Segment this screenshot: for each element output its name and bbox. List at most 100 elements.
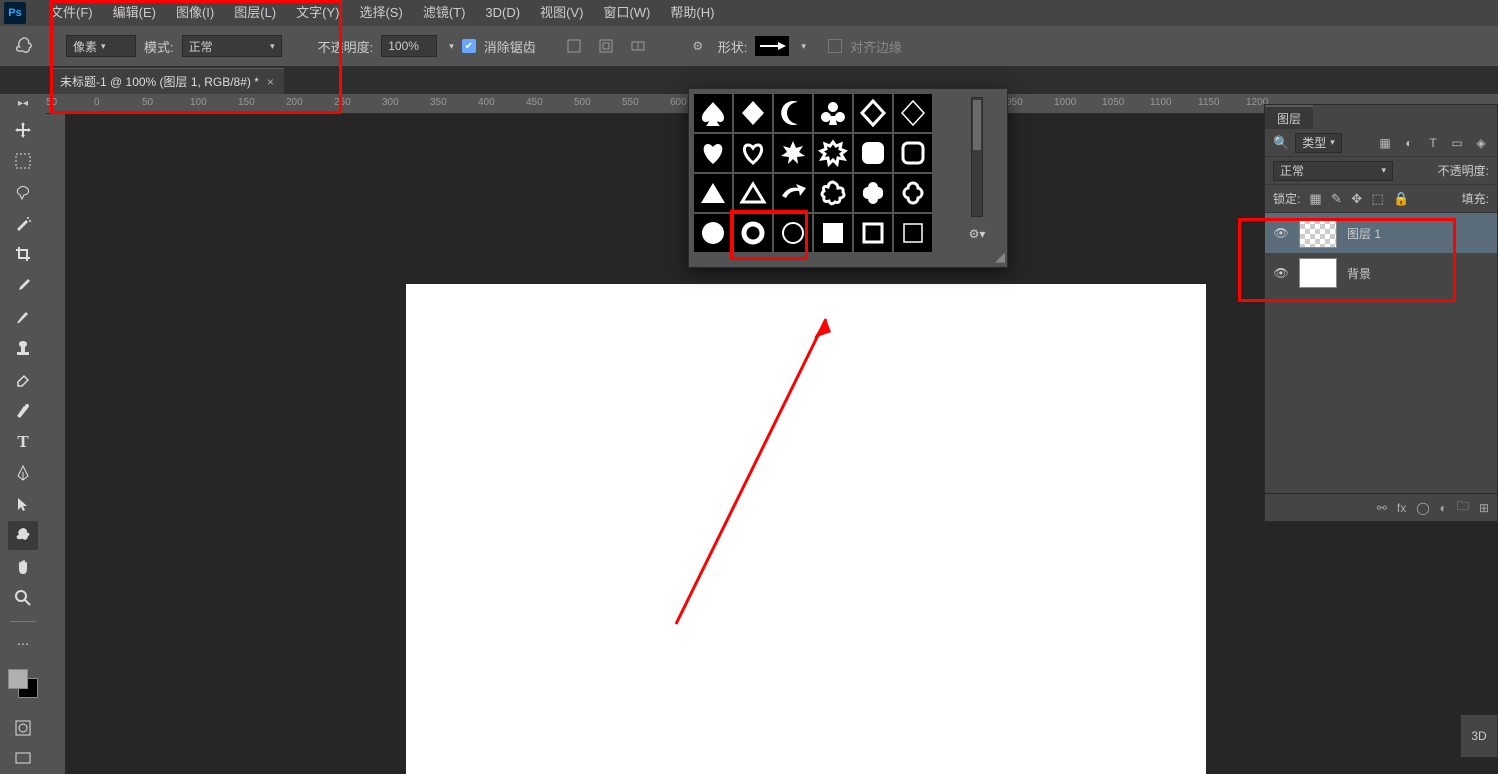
toolbar-handle[interactable]: ▸◂	[8, 98, 38, 109]
layer-fx-icon[interactable]: fx	[1397, 501, 1406, 515]
shape-rounded-square-outline[interactable]	[893, 133, 933, 173]
menu-view[interactable]: 视图(V)	[530, 0, 593, 26]
shape-heart-outline[interactable]	[733, 133, 773, 173]
crop-tool[interactable]	[8, 240, 38, 269]
align-icon-2[interactable]	[594, 34, 618, 58]
eyedropper-tool[interactable]	[8, 271, 38, 300]
filter-smart-icon[interactable]: ◈	[1473, 135, 1489, 151]
visibility-icon[interactable]: 👁	[1273, 226, 1289, 240]
edit-toolbar[interactable]: ⋯	[8, 630, 38, 659]
menu-type[interactable]: 文字(Y)	[286, 0, 349, 26]
shape-ring-thick[interactable]	[733, 213, 773, 253]
shape-rounded-square-solid[interactable]	[853, 133, 893, 173]
shape-splat-outline[interactable]	[813, 173, 853, 213]
menu-window[interactable]: 窗口(W)	[593, 0, 660, 26]
shape-moon[interactable]	[773, 93, 813, 133]
lock-position-icon[interactable]: ✥	[1351, 191, 1362, 206]
move-tool[interactable]	[8, 115, 38, 144]
filter-pixels-icon[interactable]: ▦	[1377, 135, 1393, 151]
shape-caret[interactable]: ▾	[801, 41, 806, 52]
menu-layer[interactable]: 图层(L)	[224, 0, 286, 26]
magic-wand-tool[interactable]	[8, 209, 38, 238]
shape-arrow[interactable]	[773, 173, 813, 213]
menu-help[interactable]: 帮助(H)	[660, 0, 724, 26]
shape-circle-solid[interactable]	[693, 213, 733, 253]
mode-select[interactable]: 正常▾	[182, 35, 282, 57]
hand-tool[interactable]	[8, 552, 38, 581]
blend-mode-select[interactable]: 正常▾	[1273, 161, 1393, 181]
shape-square-solid[interactable]	[813, 213, 853, 253]
visibility-icon[interactable]: 👁	[1273, 266, 1289, 280]
new-layer-icon[interactable]: ⊞	[1479, 501, 1489, 515]
shape-gear[interactable]	[813, 133, 853, 173]
shape-blob-solid[interactable]	[853, 173, 893, 213]
layer-mask-icon[interactable]: ◯	[1416, 501, 1429, 515]
menu-file[interactable]: 文件(F)	[40, 0, 103, 26]
layer-item-1[interactable]: 👁 图层 1	[1265, 213, 1497, 253]
shape-square-outline[interactable]	[853, 213, 893, 253]
shape-starburst[interactable]	[773, 133, 813, 173]
3d-tab[interactable]: 3D	[1460, 714, 1498, 758]
search-icon[interactable]: 🔍	[1273, 135, 1289, 151]
layers-tab[interactable]: 图层	[1265, 105, 1313, 129]
shape-heart-solid[interactable]	[693, 133, 733, 173]
lock-all-icon[interactable]: 🔒	[1393, 191, 1409, 206]
opacity-select[interactable]: 100%	[381, 35, 437, 57]
path-select-tool[interactable]	[8, 490, 38, 519]
unit-select[interactable]: 像素▾	[66, 35, 136, 57]
filter-shape-icon[interactable]: ▭	[1449, 135, 1465, 151]
shape-diamond-outline[interactable]	[853, 93, 893, 133]
lasso-tool[interactable]	[8, 177, 38, 206]
menu-edit[interactable]: 编辑(E)	[103, 0, 166, 26]
lock-paint-icon[interactable]: ✎	[1331, 191, 1342, 206]
gradient-tool[interactable]	[8, 396, 38, 425]
menu-image[interactable]: 图像(I)	[166, 0, 224, 26]
document-canvas[interactable]	[406, 284, 1206, 774]
stamp-tool[interactable]	[8, 334, 38, 363]
brush-tool[interactable]	[8, 302, 38, 331]
quickmask-tool[interactable]	[8, 714, 38, 743]
popup-gear-icon[interactable]: ⚙▾	[969, 227, 986, 241]
filter-type-icon[interactable]: T	[1425, 135, 1441, 151]
filter-adjust-icon[interactable]: ◐	[1401, 135, 1417, 151]
color-swatch[interactable]	[8, 669, 38, 698]
link-layers-icon[interactable]: ⚯	[1377, 501, 1387, 515]
marquee-tool[interactable]	[8, 146, 38, 175]
foreground-color[interactable]	[8, 669, 28, 689]
align-icon-1[interactable]	[562, 34, 586, 58]
layer-item-background[interactable]: 👁 背景	[1265, 253, 1497, 293]
zoom-tool[interactable]	[8, 583, 38, 612]
opacity-caret[interactable]: ▾	[449, 41, 454, 52]
document-tab[interactable]: 未标题-1 @ 100% (图层 1, RGB/8#) * ×	[50, 68, 284, 94]
align-icon-3[interactable]	[626, 34, 650, 58]
popup-scrollbar[interactable]	[971, 97, 983, 217]
screenmode-tool[interactable]	[8, 745, 38, 774]
shape-triangle-solid[interactable]	[693, 173, 733, 213]
shape-spade[interactable]	[693, 93, 733, 133]
adjustment-layer-icon[interactable]: ◐	[1440, 501, 1447, 515]
eraser-tool[interactable]	[8, 365, 38, 394]
lock-transparency-icon[interactable]: ▦	[1309, 191, 1321, 206]
shape-triangle-outline[interactable]	[733, 173, 773, 213]
shape-club[interactable]	[813, 93, 853, 133]
lock-artboard-icon[interactable]: ⬚	[1371, 191, 1383, 206]
menu-3d[interactable]: 3D(D)	[475, 0, 530, 26]
menu-filter[interactable]: 滤镜(T)	[413, 0, 476, 26]
shape-ring-thin[interactable]	[773, 213, 813, 253]
shape-diamond-thin[interactable]	[893, 93, 933, 133]
shape-swatch[interactable]	[755, 36, 789, 56]
close-icon[interactable]: ×	[267, 75, 274, 89]
popup-resize-handle[interactable]: ◢	[995, 249, 1005, 265]
align-edges-checkbox[interactable]	[828, 39, 842, 53]
layer-group-icon[interactable]: 🗀	[1457, 497, 1469, 518]
pen-tool[interactable]	[8, 458, 38, 487]
custom-shape-tool[interactable]	[8, 521, 38, 550]
type-tool[interactable]: T	[8, 427, 38, 456]
menu-select[interactable]: 选择(S)	[349, 0, 412, 26]
shape-diamond-solid[interactable]	[733, 93, 773, 133]
filter-type-select[interactable]: 类型▾	[1295, 133, 1342, 153]
gear-icon[interactable]: ⚙	[686, 34, 710, 58]
shape-square-thin[interactable]	[893, 213, 933, 253]
antialias-checkbox[interactable]: ✔	[462, 39, 476, 53]
shape-blob-outline[interactable]	[893, 173, 933, 213]
